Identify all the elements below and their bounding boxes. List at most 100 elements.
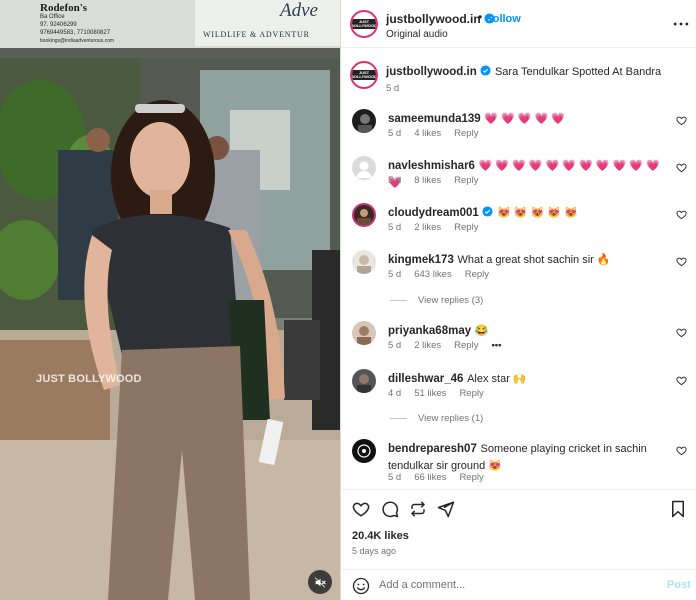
- storefront-adventure-subtext: WILDLIFE & ADVENTUR: [203, 30, 310, 39]
- speaker-muted-icon: [314, 576, 326, 588]
- reply-button[interactable]: Reply: [454, 340, 478, 351]
- storefront-sign-line: 97. 92406299: [40, 22, 77, 28]
- like-heart-icon[interactable]: [352, 500, 370, 518]
- view-replies-label: View replies (3): [418, 295, 484, 306]
- comment-likes[interactable]: 2 likes: [414, 340, 441, 351]
- comment-username[interactable]: dilleshwar_46: [388, 373, 463, 385]
- just-bollywood-logo: JUST BOLLYWOOD: [352, 14, 376, 34]
- comment-time: 5 d: [388, 340, 402, 351]
- likes-count[interactable]: 20.4K likes: [352, 530, 409, 542]
- caption-text: Sara Tendulkar Spotted At Bandra: [494, 66, 662, 78]
- reply-button[interactable]: Reply: [459, 472, 483, 483]
- comment-more-options[interactable]: •••: [491, 340, 501, 351]
- comment-likes[interactable]: 643 likes: [414, 269, 452, 280]
- comment-likes[interactable]: 4 likes: [414, 128, 441, 139]
- reply-button[interactable]: Reply: [459, 388, 483, 399]
- reply-button[interactable]: Reply: [454, 222, 478, 233]
- commenter-avatar[interactable]: [352, 439, 376, 463]
- comment-username[interactable]: bendreparesh07: [388, 443, 477, 455]
- logo-text: BOLLYWOOD: [350, 23, 378, 28]
- comment-text: What a great shot sachin sir 🔥: [457, 254, 611, 266]
- post-header: JUST BOLLYWOOD justbollywood.in • Follow …: [341, 0, 696, 48]
- caption-author-avatar[interactable]: JUST BOLLYWOOD: [350, 61, 378, 89]
- comment-text: 😂: [474, 325, 489, 337]
- comment-time: 5 d: [388, 472, 402, 483]
- commenter-avatar-image: [357, 444, 371, 458]
- commenter-avatar[interactable]: [352, 369, 376, 393]
- comment-username[interactable]: navleshmishar6: [388, 160, 475, 172]
- like-comment-heart-icon[interactable]: [676, 209, 687, 220]
- separator-dot: •: [478, 10, 483, 24]
- reply-button[interactable]: Reply: [465, 269, 489, 280]
- caption-time: 5 d: [386, 83, 400, 94]
- logo-text: BOLLYWOOD: [350, 74, 378, 79]
- commenter-avatar-image: [357, 374, 371, 393]
- view-replies-button[interactable]: View replies (1): [390, 413, 483, 424]
- repost-icon[interactable]: [409, 500, 427, 518]
- post-actions: 20.4K likes 5 days ago Add a comment... …: [341, 489, 696, 600]
- follow-button[interactable]: Follow: [486, 13, 521, 25]
- comment-text: 😻 😻 😻 😻 😻: [497, 207, 578, 219]
- save-bookmark-icon[interactable]: [669, 500, 687, 518]
- just-bollywood-logo: JUST BOLLYWOOD: [352, 65, 376, 85]
- commenter-avatar-image: [357, 209, 371, 225]
- storefront-adventure-sign: Adve: [280, 0, 318, 21]
- storefront-sign-name: Rodefon's: [40, 2, 88, 14]
- author-username-text: justbollywood.in: [386, 12, 481, 26]
- author-avatar[interactable]: JUST BOLLYWOOD: [350, 10, 378, 38]
- comment-likes[interactable]: 2 likes: [414, 222, 441, 233]
- comments-list[interactable]: JUST BOLLYWOOD justbollywood.in Sara Tend…: [341, 49, 696, 489]
- commenter-avatar-image: [358, 114, 372, 133]
- replies-divider: [390, 418, 407, 419]
- like-comment-heart-icon[interactable]: [676, 256, 687, 267]
- more-options-icon[interactable]: [671, 14, 691, 34]
- commenter-avatar[interactable]: [352, 203, 376, 227]
- comment-username[interactable]: sameemunda139: [388, 113, 481, 125]
- comment-username[interactable]: cloudydream001: [388, 207, 479, 219]
- reply-button[interactable]: Reply: [454, 128, 478, 139]
- like-comment-heart-icon[interactable]: [676, 375, 687, 386]
- comment-likes[interactable]: 8 likes: [414, 175, 441, 186]
- storefront-sign-line: 9769449583, 7710080827: [40, 30, 111, 36]
- comment-likes[interactable]: 51 likes: [414, 388, 446, 399]
- comment-text: Alex star 🙌: [467, 373, 527, 385]
- default-avatar-icon: [356, 161, 372, 178]
- comment-time: 4 d: [388, 388, 402, 399]
- comment-username[interactable]: priyanka68may: [388, 325, 471, 337]
- comment-time: 5 d: [388, 175, 402, 186]
- post-timestamp: 5 days ago: [352, 546, 397, 556]
- view-replies-label: View replies (1): [418, 413, 484, 424]
- commenter-avatar[interactable]: [352, 250, 376, 274]
- comment-time: 5 d: [388, 128, 402, 139]
- like-comment-heart-icon[interactable]: [676, 115, 687, 126]
- commenter-avatar[interactable]: [352, 109, 376, 133]
- view-replies-button[interactable]: View replies (3): [390, 295, 483, 306]
- like-comment-heart-icon[interactable]: [676, 445, 687, 456]
- comment-bubble-icon[interactable]: [381, 500, 399, 518]
- video-frame: [0, 0, 340, 600]
- add-comment-input[interactable]: Add a comment...: [379, 579, 465, 591]
- caption-username[interactable]: justbollywood.in: [386, 66, 477, 78]
- commenter-avatar-image: [357, 255, 371, 274]
- emoji-smiley-icon[interactable]: [352, 577, 370, 595]
- like-comment-heart-icon[interactable]: [676, 327, 687, 338]
- reply-button[interactable]: Reply: [454, 175, 478, 186]
- commenter-avatar-image: [357, 326, 371, 345]
- comment-likes[interactable]: 66 likes: [414, 472, 446, 483]
- mute-button[interactable]: [308, 570, 332, 594]
- storefront-sign-line: bookings@indiaadventurous.com: [40, 38, 115, 44]
- video-watermark: JUST BOLLYWOOD: [36, 373, 142, 385]
- commenter-avatar[interactable]: [352, 321, 376, 345]
- original-audio-link[interactable]: Original audio: [386, 29, 448, 40]
- post-comment-button[interactable]: Post: [667, 579, 691, 591]
- comment-time: 5 d: [388, 269, 402, 280]
- add-comment-bar: Add a comment... Post: [341, 569, 696, 600]
- storefront-sign-line: Ba Office: [40, 14, 65, 20]
- verified-badge-icon: [482, 206, 493, 217]
- reel-video[interactable]: Rodefon's Ba Office 97. 92406299 9769449…: [0, 0, 340, 600]
- like-comment-heart-icon[interactable]: [676, 162, 687, 173]
- commenter-avatar[interactable]: [352, 156, 376, 180]
- share-send-icon[interactable]: [437, 500, 455, 518]
- comment-username[interactable]: kingmek173: [388, 254, 454, 266]
- comment-text: 💗 💗 💗 💗 💗: [484, 113, 566, 125]
